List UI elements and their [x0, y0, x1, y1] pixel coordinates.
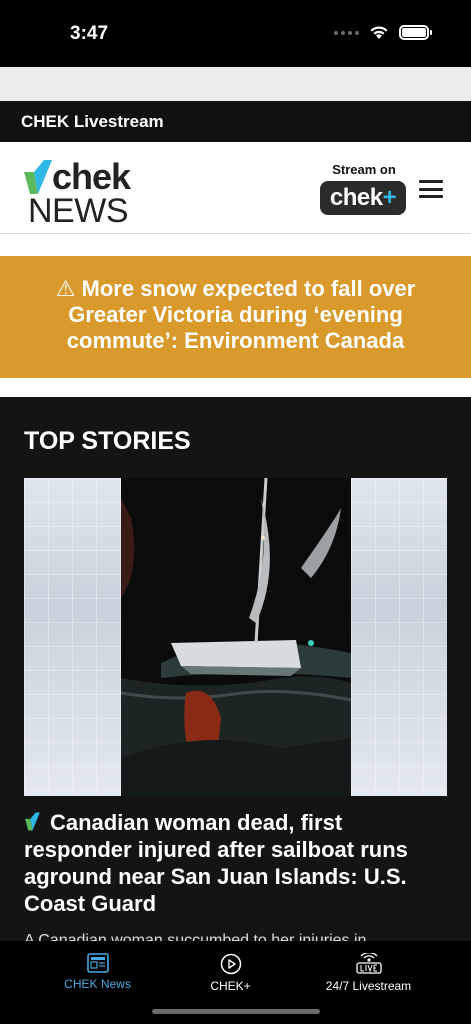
cellular-signal-icon [334, 30, 359, 35]
play-icon [220, 953, 241, 975]
chekplus-badge[interactable]: chek + [320, 181, 406, 215]
section-title: TOP STORIES [24, 427, 191, 455]
alert-banner-text[interactable]: ⚠ More snow expected to fall over Greate… [56, 276, 416, 353]
nav-item-livestream[interactable]: 24/7 Livestream [290, 953, 447, 993]
news-icon [86, 953, 109, 973]
chek-news-logo[interactable]: chek NEWS [22, 152, 142, 230]
chekplus-text: chek [329, 184, 383, 211]
livestream-bar[interactable]: CHEK Livestream [0, 101, 471, 142]
chek-checkmark-icon [25, 812, 40, 831]
status-time: 3:47 [70, 23, 109, 44]
nav-item-chekplus[interactable]: CHEK+ [152, 953, 309, 993]
stream-on-chekplus[interactable]: Stream on chek + [320, 162, 408, 215]
chek-checkmark-icon [24, 160, 52, 194]
site-header: chek NEWS Stream on chek + [0, 142, 471, 234]
live-icon [355, 953, 382, 974]
wifi-icon [370, 26, 388, 39]
story-headline-text[interactable]: Canadian woman dead, first responder inj… [24, 810, 408, 916]
battery-icon [399, 25, 432, 40]
sailboat-night-scene [121, 478, 351, 796]
status-bar: 3:47 [0, 0, 471, 67]
status-icons [334, 25, 432, 40]
top-stories-section: TOP STORIES Canadian woman dead, first r… [0, 397, 471, 1024]
story-headline[interactable]: Canadian woman dead, first responder inj… [24, 809, 444, 917]
image-side-panel-right [351, 478, 447, 796]
stream-on-label: Stream on [332, 162, 396, 177]
home-indicator [152, 1009, 320, 1014]
chekplus-plus: + [382, 184, 397, 211]
alert-banner[interactable]: ⚠ More snow expected to fall over Greate… [0, 256, 471, 378]
menu-icon[interactable] [419, 180, 443, 198]
logo-news-text: NEWS [28, 192, 129, 230]
image-side-panel-left [24, 478, 121, 796]
nav-label: CHEK+ [210, 979, 251, 993]
spacer [0, 378, 471, 397]
ad-placeholder-strip [0, 67, 471, 101]
story-image[interactable] [24, 478, 447, 796]
nav-label: 24/7 Livestream [325, 979, 412, 993]
livestream-link[interactable]: CHEK Livestream [21, 112, 164, 132]
